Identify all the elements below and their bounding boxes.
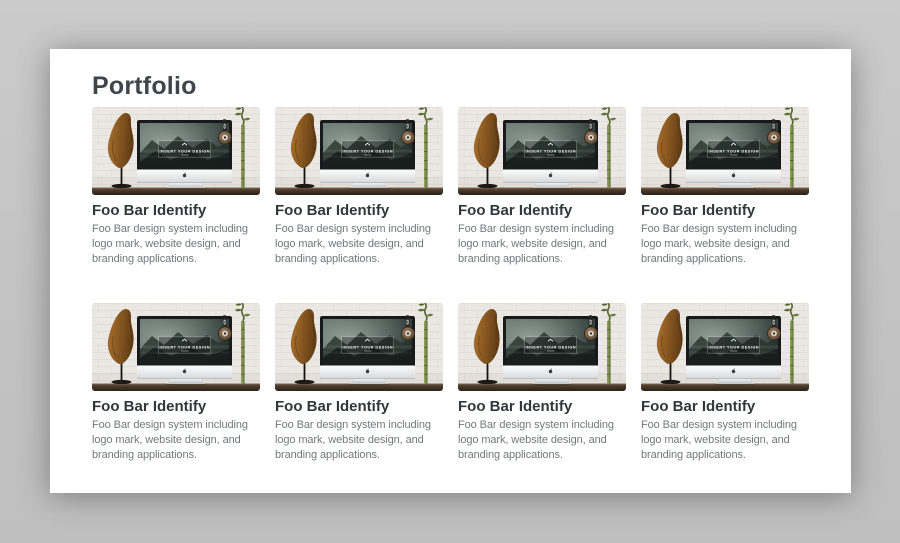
page-title: Portfolio <box>92 74 809 99</box>
portfolio-item[interactable]: Foo Bar Identify Foo Bar design system i… <box>275 303 443 463</box>
portfolio-item[interactable]: Foo Bar Identify Foo Bar design system i… <box>641 107 809 267</box>
portfolio-thumbnail[interactable] <box>275 107 443 195</box>
portfolio-item-title: Foo Bar Identify <box>92 202 260 219</box>
imac-desk-mockup-image <box>458 107 626 195</box>
portfolio-item-title: Foo Bar Identify <box>641 202 809 219</box>
portfolio-item-description: Foo Bar design system including logo mar… <box>275 418 443 463</box>
portfolio-item-description: Foo Bar design system including logo mar… <box>92 418 260 463</box>
portfolio-item-description: Foo Bar design system including logo mar… <box>641 222 809 267</box>
imac-desk-mockup-image <box>92 107 260 195</box>
portfolio-thumbnail[interactable] <box>641 303 809 391</box>
portfolio-item-description: Foo Bar design system including logo mar… <box>458 222 626 267</box>
portfolio-item-title: Foo Bar Identify <box>275 398 443 415</box>
portfolio-item-description: Foo Bar design system including logo mar… <box>275 222 443 267</box>
imac-desk-mockup-image <box>641 303 809 391</box>
portfolio-item[interactable]: Foo Bar Identify Foo Bar design system i… <box>641 303 809 463</box>
portfolio-item[interactable]: Foo Bar Identify Foo Bar design system i… <box>275 107 443 267</box>
portfolio-card: Portfolio Foo Bar Identify Foo Bar desig… <box>50 49 851 493</box>
portfolio-thumbnail[interactable] <box>92 107 260 195</box>
imac-desk-mockup-image <box>641 107 809 195</box>
portfolio-item-title: Foo Bar Identify <box>458 398 626 415</box>
portfolio-item-title: Foo Bar Identify <box>275 202 443 219</box>
portfolio-thumbnail[interactable] <box>458 107 626 195</box>
portfolio-thumbnail[interactable] <box>275 303 443 391</box>
portfolio-item[interactable]: Foo Bar Identify Foo Bar design system i… <box>92 107 260 267</box>
portfolio-item-description: Foo Bar design system including logo mar… <box>458 418 626 463</box>
portfolio-item-title: Foo Bar Identify <box>641 398 809 415</box>
portfolio-item-description: Foo Bar design system including logo mar… <box>92 222 260 267</box>
portfolio-item-title: Foo Bar Identify <box>458 202 626 219</box>
portfolio-item[interactable]: Foo Bar Identify Foo Bar design system i… <box>458 303 626 463</box>
imac-desk-mockup-image <box>458 303 626 391</box>
portfolio-thumbnail[interactable] <box>641 107 809 195</box>
portfolio-thumbnail[interactable] <box>92 303 260 391</box>
portfolio-item-description: Foo Bar design system including logo mar… <box>641 418 809 463</box>
imac-desk-mockup-image <box>275 107 443 195</box>
portfolio-thumbnail[interactable] <box>458 303 626 391</box>
imac-desk-mockup-image <box>275 303 443 391</box>
imac-desk-mockup-image <box>92 303 260 391</box>
portfolio-item[interactable]: Foo Bar Identify Foo Bar design system i… <box>92 303 260 463</box>
portfolio-item-title: Foo Bar Identify <box>92 398 260 415</box>
portfolio-item[interactable]: Foo Bar Identify Foo Bar design system i… <box>458 107 626 267</box>
portfolio-grid: Foo Bar Identify Foo Bar design system i… <box>92 107 809 463</box>
